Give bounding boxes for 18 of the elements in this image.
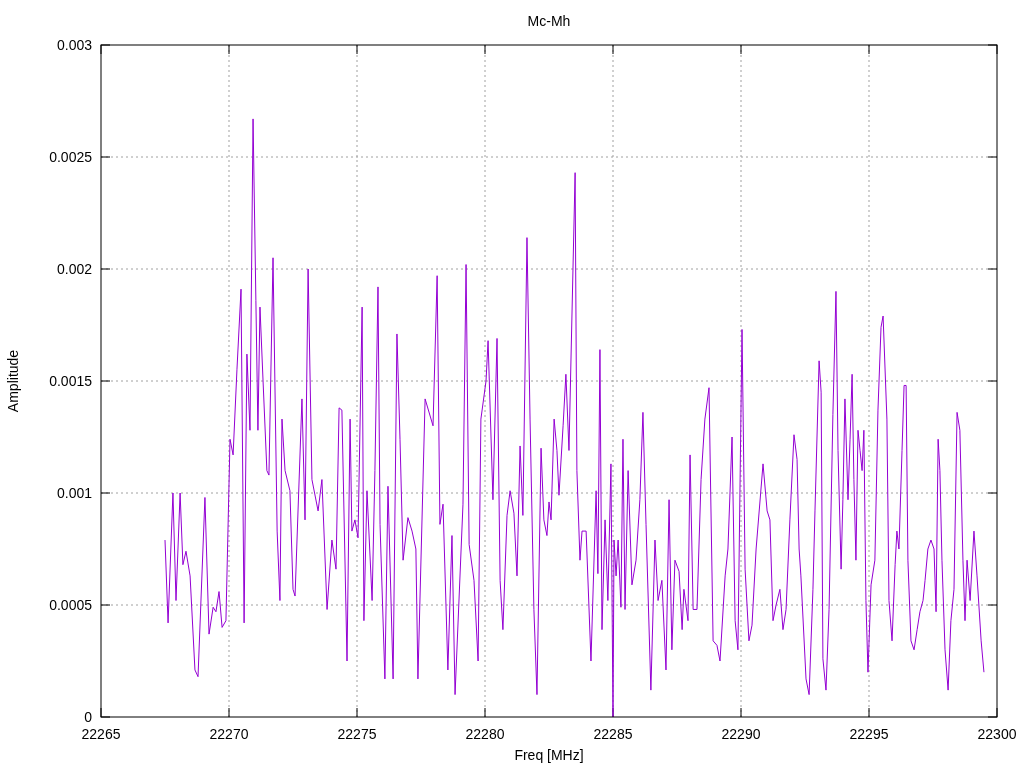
y-tick-label: 0.002 — [56, 261, 92, 277]
x-tick-label: 22265 — [81, 726, 121, 742]
y-tick-label: 0.0025 — [49, 149, 92, 165]
x-tick-label: 22270 — [209, 726, 249, 742]
y-axis-label: Amplitude — [5, 349, 21, 413]
x-tick-label: 22285 — [593, 726, 633, 742]
x-axis-label: Freq [MHz] — [514, 747, 584, 763]
x-tick-label: 22300 — [977, 726, 1017, 742]
y-tick-label: 0.0005 — [49, 597, 92, 613]
x-tick-label: 22280 — [465, 726, 505, 742]
x-tick-label: 22295 — [849, 726, 889, 742]
y-tick-label: 0 — [84, 709, 92, 725]
y-tick-label: 0.003 — [56, 37, 92, 53]
x-tick-label: 22290 — [721, 726, 761, 742]
chart-title: Mc-Mh — [527, 13, 571, 29]
y-tick-label: 0.0015 — [49, 373, 92, 389]
x-tick-label: 22275 — [337, 726, 377, 742]
y-tick-label: 0.001 — [56, 485, 92, 501]
